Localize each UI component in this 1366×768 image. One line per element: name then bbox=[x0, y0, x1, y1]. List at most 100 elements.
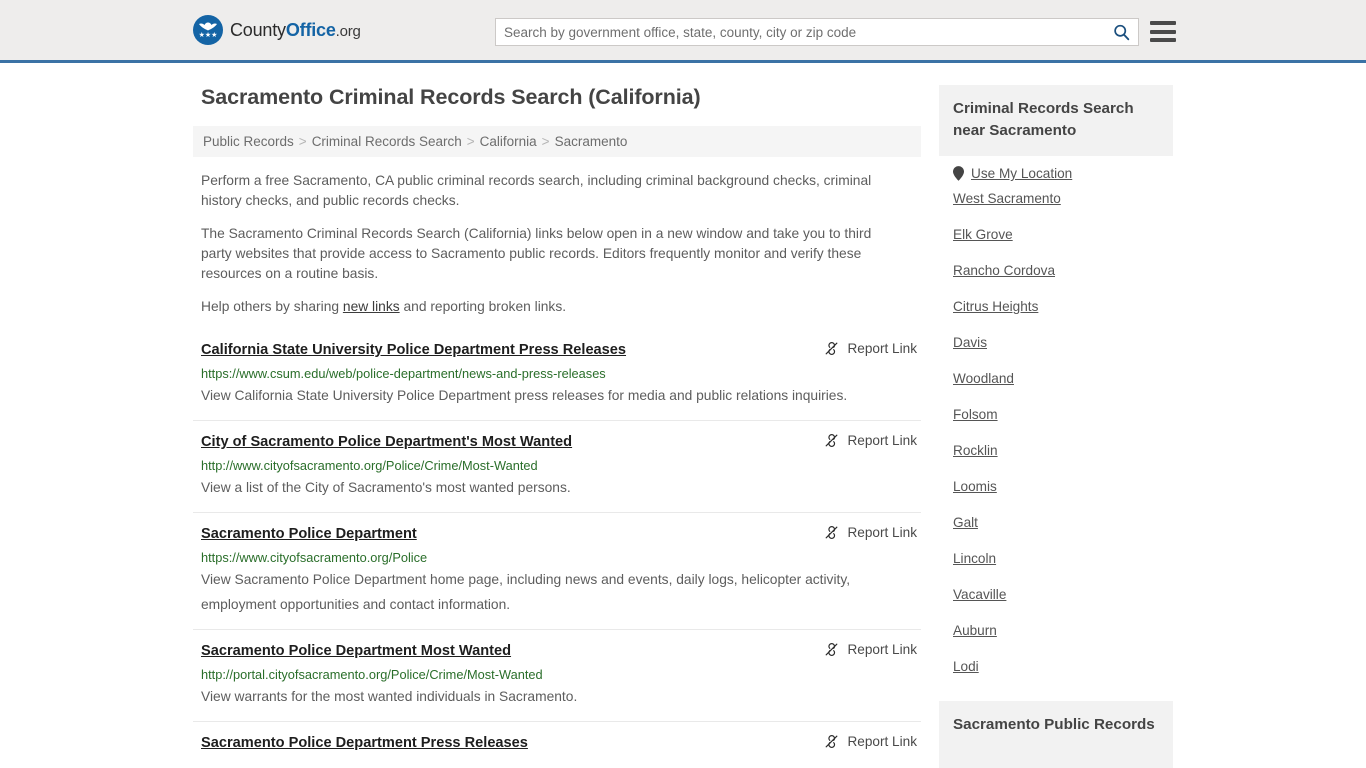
page-title: Sacramento Criminal Records Search (Cali… bbox=[201, 85, 701, 109]
result-title-link[interactable]: Sacramento Police Department Most Wanted bbox=[201, 642, 511, 661]
sidebar-city-link[interactable]: Elk Grove bbox=[953, 217, 1013, 253]
report-link-button[interactable]: Report Link bbox=[824, 734, 917, 749]
result-title-link[interactable]: Sacramento Police Department bbox=[201, 525, 417, 544]
sidebar-city-link[interactable]: Davis bbox=[953, 325, 987, 361]
result-title-link[interactable]: California State University Police Depar… bbox=[201, 341, 626, 360]
result-url[interactable]: https://www.cityofsacramento.org/Police bbox=[201, 549, 921, 566]
sidebar-city-link[interactable]: Rocklin bbox=[953, 433, 998, 469]
list-item: Citrus Heights bbox=[953, 289, 1173, 325]
breadcrumb-item-sacramento[interactable]: Sacramento bbox=[555, 134, 628, 149]
logo-text-dotorg: .org bbox=[335, 22, 361, 40]
intro-paragraph-3: Help others by sharing new links and rep… bbox=[201, 297, 901, 317]
list-item: Davis bbox=[953, 325, 1173, 361]
broken-link-icon bbox=[826, 643, 838, 656]
site-header: ★★★ CountyOffice.org bbox=[0, 0, 1366, 63]
report-link-button[interactable]: Report Link bbox=[824, 433, 917, 448]
logo-wordmark: CountyOffice.org bbox=[230, 20, 361, 41]
public-records-box: Sacramento Public Records bbox=[939, 701, 1173, 768]
nearby-cities-list: West Sacramento Elk Grove Rancho Cordova… bbox=[939, 181, 1173, 685]
broken-link-icon bbox=[826, 434, 838, 447]
result-title-link[interactable]: Sacramento Police Department Press Relea… bbox=[201, 734, 528, 753]
result-description: View a list of the City of Sacramento's … bbox=[201, 480, 571, 495]
result-item: City of Sacramento Police Department's M… bbox=[193, 420, 921, 512]
result-item: Sacramento Police Department Most Wanted… bbox=[193, 629, 921, 721]
list-item: Lincoln bbox=[953, 541, 1173, 577]
sidebar-city-link[interactable]: Rancho Cordova bbox=[953, 253, 1055, 289]
result-item: Sacramento Police Department https://www… bbox=[193, 512, 921, 629]
intro-p3-after: and reporting broken links. bbox=[399, 299, 567, 314]
hamburger-bar-3 bbox=[1150, 38, 1176, 42]
result-description: View warrants for the most wanted indivi… bbox=[201, 689, 578, 704]
new-links-link[interactable]: new links bbox=[343, 299, 400, 314]
result-url[interactable]: http://www.cityofsacramento.org/Police/C… bbox=[201, 457, 921, 474]
breadcrumb-separator-2: > bbox=[466, 134, 475, 149]
search-input[interactable] bbox=[496, 19, 1104, 45]
breadcrumb: Public Records > Criminal Records Search > C… bbox=[193, 126, 921, 157]
result-title-link[interactable]: City of Sacramento Police Department's M… bbox=[201, 433, 572, 452]
result-url[interactable]: http://portal.cityofsacramento.org/Polic… bbox=[201, 666, 921, 683]
use-my-location-label[interactable]: Use My Location bbox=[971, 166, 1072, 181]
report-link-button[interactable]: Report Link bbox=[824, 642, 917, 657]
list-item: Elk Grove bbox=[953, 217, 1173, 253]
sidebar-city-link[interactable]: Galt bbox=[953, 505, 978, 541]
list-item: Galt bbox=[953, 505, 1173, 541]
list-item: Rocklin bbox=[953, 433, 1173, 469]
sidebar-city-link[interactable]: West Sacramento bbox=[953, 181, 1061, 217]
eagle-shield-logo-icon: ★★★ bbox=[193, 15, 223, 45]
intro-p3-before: Help others by sharing bbox=[201, 299, 343, 314]
result-description: View Sacramento Police Department home p… bbox=[201, 572, 851, 612]
hamburger-bar-2 bbox=[1150, 29, 1176, 34]
logo-text-county: County bbox=[230, 19, 286, 40]
content-container: Sacramento Criminal Records Search (Cali… bbox=[193, 63, 1173, 768]
report-link-label: Report Link bbox=[847, 525, 917, 540]
sidebar-city-link[interactable]: Woodland bbox=[953, 361, 1014, 397]
broken-link-icon bbox=[826, 735, 838, 748]
sidebar-city-link[interactable]: Auburn bbox=[953, 613, 997, 649]
list-item: West Sacramento bbox=[953, 181, 1173, 217]
search-button[interactable] bbox=[1104, 19, 1138, 45]
sidebar: Criminal Records Search near Sacramento … bbox=[939, 85, 1173, 768]
sidebar-city-link[interactable]: Vacaville bbox=[953, 577, 1006, 613]
list-item: Loomis bbox=[953, 469, 1173, 505]
list-item: Woodland bbox=[953, 361, 1173, 397]
page-body: Sacramento Criminal Records Search (Cali… bbox=[0, 63, 1366, 768]
use-my-location-button[interactable]: Use My Location bbox=[953, 156, 1173, 181]
hamburger-menu-icon[interactable] bbox=[1150, 21, 1176, 42]
stars-glyph: ★★★ bbox=[198, 32, 218, 39]
report-link-button[interactable]: Report Link bbox=[824, 525, 917, 540]
intro-paragraph-1: Perform a free Sacramento, CA public cri… bbox=[201, 173, 872, 208]
sidebar-city-link[interactable]: Lodi bbox=[953, 649, 979, 685]
result-item: Sacramento Police Department Press Relea… bbox=[193, 721, 921, 765]
list-item: Rancho Cordova bbox=[953, 253, 1173, 289]
sidebar-city-link[interactable]: Folsom bbox=[953, 397, 998, 433]
intro-paragraph-2: The Sacramento Criminal Records Search (… bbox=[201, 226, 872, 281]
report-link-label: Report Link bbox=[847, 642, 917, 657]
nearby-searches-title: Criminal Records Search near Sacramento bbox=[939, 85, 1173, 156]
map-pin-icon bbox=[953, 166, 964, 181]
sidebar-city-link[interactable]: Citrus Heights bbox=[953, 289, 1038, 325]
result-url[interactable]: https://www.csum.edu/web/police-departme… bbox=[201, 365, 921, 382]
list-item: Lodi bbox=[953, 649, 1173, 685]
sidebar-city-link[interactable]: Lincoln bbox=[953, 541, 996, 577]
breadcrumb-item-public-records[interactable]: Public Records bbox=[203, 134, 294, 149]
breadcrumb-separator-3: > bbox=[541, 134, 550, 149]
list-item: Folsom bbox=[953, 397, 1173, 433]
breadcrumb-item-criminal-records-search[interactable]: Criminal Records Search bbox=[312, 134, 462, 149]
logo-text-office: Office bbox=[285, 19, 336, 40]
search-icon bbox=[1113, 24, 1129, 40]
breadcrumb-separator-1: > bbox=[298, 134, 307, 149]
list-item: Auburn bbox=[953, 613, 1173, 649]
hamburger-bar-1 bbox=[1150, 21, 1176, 25]
result-item: California State University Police Depar… bbox=[193, 331, 921, 420]
site-logo[interactable]: ★★★ CountyOffice.org bbox=[193, 15, 361, 45]
report-link-label: Report Link bbox=[847, 341, 917, 356]
breadcrumb-item-california[interactable]: California bbox=[480, 134, 537, 149]
report-link-button[interactable]: Report Link bbox=[824, 341, 917, 356]
sidebar-city-link[interactable]: Loomis bbox=[953, 469, 997, 505]
intro-text: Perform a free Sacramento, CA public cri… bbox=[193, 171, 921, 317]
eagle-glyph bbox=[199, 22, 217, 31]
search-bar[interactable] bbox=[495, 18, 1139, 46]
nearby-searches-box: Criminal Records Search near Sacramento … bbox=[939, 85, 1173, 685]
results-list: California State University Police Depar… bbox=[193, 331, 921, 765]
public-records-title: Sacramento Public Records bbox=[939, 701, 1173, 768]
